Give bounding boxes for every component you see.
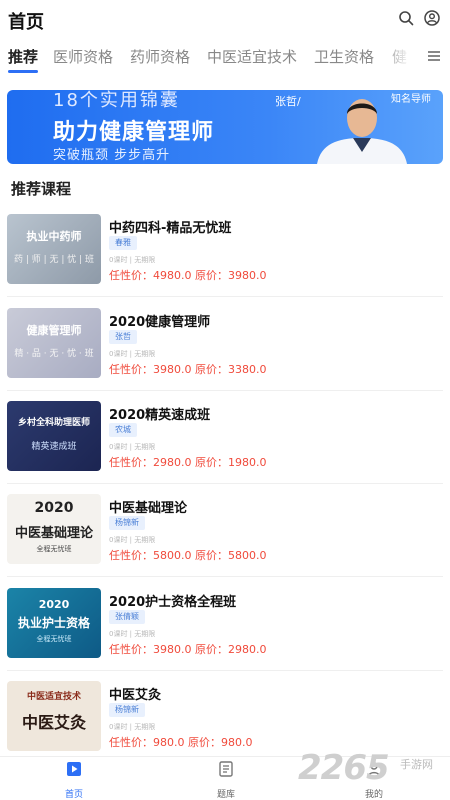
top-bar: 首页 — [0, 0, 450, 38]
course-meta: 0课时 | 无期限 — [109, 630, 156, 638]
tab-recommend[interactable]: 推荐 — [8, 46, 38, 67]
course-meta: 0课时 | 无期限 — [109, 536, 156, 544]
course-item[interactable]: 乡村全科助理医师 精英速成班 2020精英速成班 农城 0课时 | 无期限 任性… — [0, 401, 450, 493]
course-price: 任性价：3980.0 原价：2980.0 — [109, 643, 267, 656]
teacher-tag: 农城 — [109, 423, 137, 437]
divider — [7, 390, 443, 391]
course-price: 任性价：5800.0 原价：5800.0 — [109, 549, 267, 562]
teacher-tag: 杨锦新 — [109, 703, 145, 717]
course-item[interactable]: 2020 中医基础理论 全程无忧班 中医基础理论 杨锦新 0课时 | 无期限 任… — [0, 494, 450, 586]
course-thumbnail: 执业中药师 药 | 师 | 无 | 忧 | 班 — [7, 214, 101, 284]
course-meta: 0课时 | 无期限 — [109, 443, 156, 451]
course-price: 任性价：980.0 原价：980.0 — [109, 736, 253, 749]
course-thumbnail: 乡村全科助理医师 精英速成班 — [7, 401, 101, 471]
section-title: 推荐课程 — [11, 180, 72, 198]
menu-icon[interactable] — [426, 48, 442, 64]
course-thumbnail: 中医适宜技术 中医艾灸 — [7, 681, 101, 751]
home-icon — [67, 762, 81, 776]
course-title: 2020健康管理师 — [109, 315, 211, 330]
course-item[interactable]: 2020 执业护士资格 全程无忧班 2020护士资格全程班 张倩颖 0课时 | … — [0, 588, 450, 680]
divider — [7, 296, 443, 297]
tab-tcm-tech[interactable]: 中医适宜技术 — [207, 46, 297, 67]
search-icon[interactable] — [398, 10, 414, 26]
course-thumbnail: 健康管理师 精 · 品 · 无 · 忧 · 班 — [7, 308, 101, 378]
course-price: 任性价：4980.0 原价：3980.0 — [109, 269, 267, 282]
divider — [7, 483, 443, 484]
promo-banner[interactable]: 18个实用锦囊 助力健康管理师 突破瓶颈 步步高升 张哲/ 知名导师 — [7, 90, 443, 164]
banner-headline: 助力健康管理师 — [53, 120, 215, 145]
teacher-tag: 张哲 — [109, 330, 137, 344]
user-icon[interactable] — [424, 10, 440, 26]
teacher-tag: 杨锦新 — [109, 516, 145, 530]
tab-pharmacist[interactable]: 药师资格 — [130, 46, 190, 67]
nav-profile-label: 我的 — [364, 790, 383, 800]
watermark-logo: 2265 — [298, 748, 390, 788]
course-price: 任性价：2980.0 原价：1980.0 — [109, 456, 267, 469]
watermark-text: 手游网 — [400, 758, 433, 771]
nav-question-bank-label: 题库 — [216, 790, 235, 800]
divider — [7, 576, 443, 577]
tab-physician[interactable]: 医师资格 — [53, 46, 113, 67]
category-tabs: 推荐 医师资格 药师资格 中医适宜技术 卫生资格 健 — [0, 38, 450, 76]
divider — [7, 670, 443, 671]
nav-question-bank[interactable]: 题库 — [196, 761, 256, 800]
course-meta: 0课时 | 无期限 — [109, 350, 156, 358]
course-meta: 0课时 | 无期限 — [109, 723, 156, 731]
course-title: 2020精英速成班 — [109, 408, 211, 423]
course-title: 中医艾灸 — [109, 688, 162, 703]
course-price: 任性价：3980.0 原价：3380.0 — [109, 363, 267, 376]
course-title: 2020护士资格全程班 — [109, 595, 237, 610]
course-item[interactable]: 执业中药师 药 | 师 | 无 | 忧 | 班 中药四科-精品无忧班 春雅 0课… — [0, 214, 450, 306]
course-thumbnail: 2020 中医基础理论 全程无忧班 — [7, 494, 101, 564]
page-title: 首页 — [8, 12, 44, 33]
banner-subline: 突破瓶颈 步步高升 — [53, 148, 171, 163]
tab-health-qualification[interactable]: 卫生资格 — [314, 46, 374, 67]
teacher-tag: 春雅 — [109, 236, 137, 250]
course-title: 中药四科-精品无忧班 — [109, 221, 232, 236]
course-thumbnail: 2020 执业护士资格 全程无忧班 — [7, 588, 101, 658]
teacher-tag: 张倩颖 — [109, 610, 145, 624]
nav-home[interactable]: 首页 — [44, 761, 104, 800]
question-bank-icon — [219, 761, 233, 777]
course-meta: 0课时 | 无期限 — [109, 256, 156, 264]
banner-line-1: 18个实用锦囊 — [53, 90, 180, 111]
teacher-title: 知名导师 — [391, 94, 431, 105]
tab-active-indicator — [8, 70, 38, 73]
tabs-fade — [380, 38, 426, 76]
course-item[interactable]: 健康管理师 精 · 品 · 无 · 忧 · 班 2020健康管理师 张哲 0课时… — [0, 308, 450, 400]
teacher-name: 张哲/ — [275, 95, 301, 108]
nav-home-label: 首页 — [64, 790, 83, 800]
course-title: 中医基础理论 — [109, 501, 188, 516]
